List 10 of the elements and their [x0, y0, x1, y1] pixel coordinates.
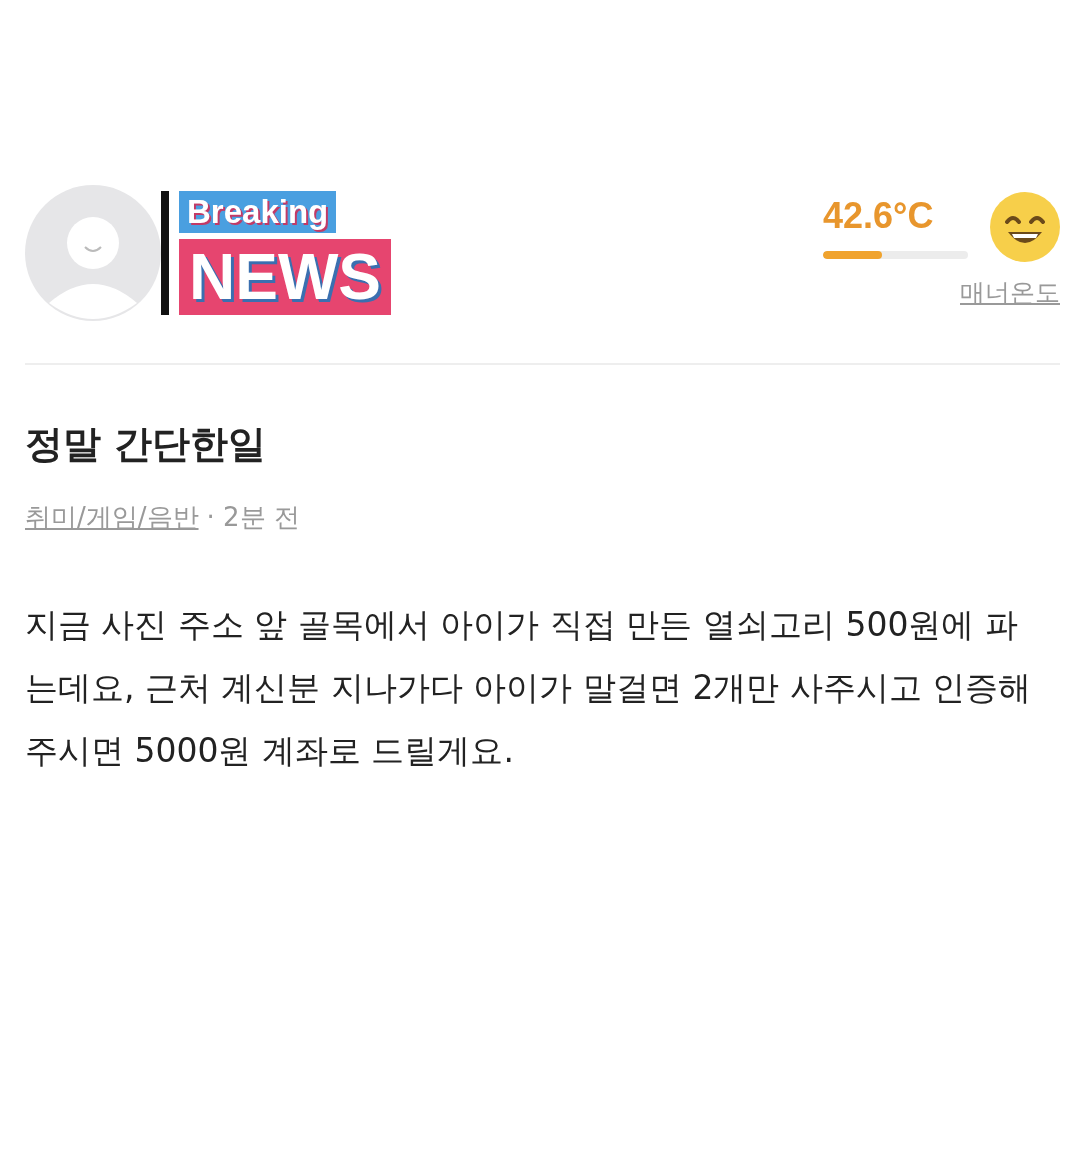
- smiley-icon: [990, 192, 1060, 262]
- category-link[interactable]: 취미/게임/음반: [25, 500, 199, 535]
- breaking-label: Breaking: [179, 191, 337, 233]
- post-body: 지금 사진 주소 앞 골목에서 아이가 직접 만든 열쇠고리 500원에 파는데요, 근처 계신분 지나가다 아이가 말걸면 2개만 사주시고 인증해주시면 5000원 계좌로 드릴게요.: [25, 604, 1033, 772]
- manner-temperature-link[interactable]: 매너온도: [960, 276, 1060, 309]
- news-label: NEWS: [179, 239, 391, 315]
- avatar-icon: [25, 185, 161, 321]
- post-time: · 2분 전: [206, 501, 300, 534]
- manner-temperature: 42.6°C: [823, 195, 935, 237]
- post-title: 정말 간단한일: [25, 421, 268, 468]
